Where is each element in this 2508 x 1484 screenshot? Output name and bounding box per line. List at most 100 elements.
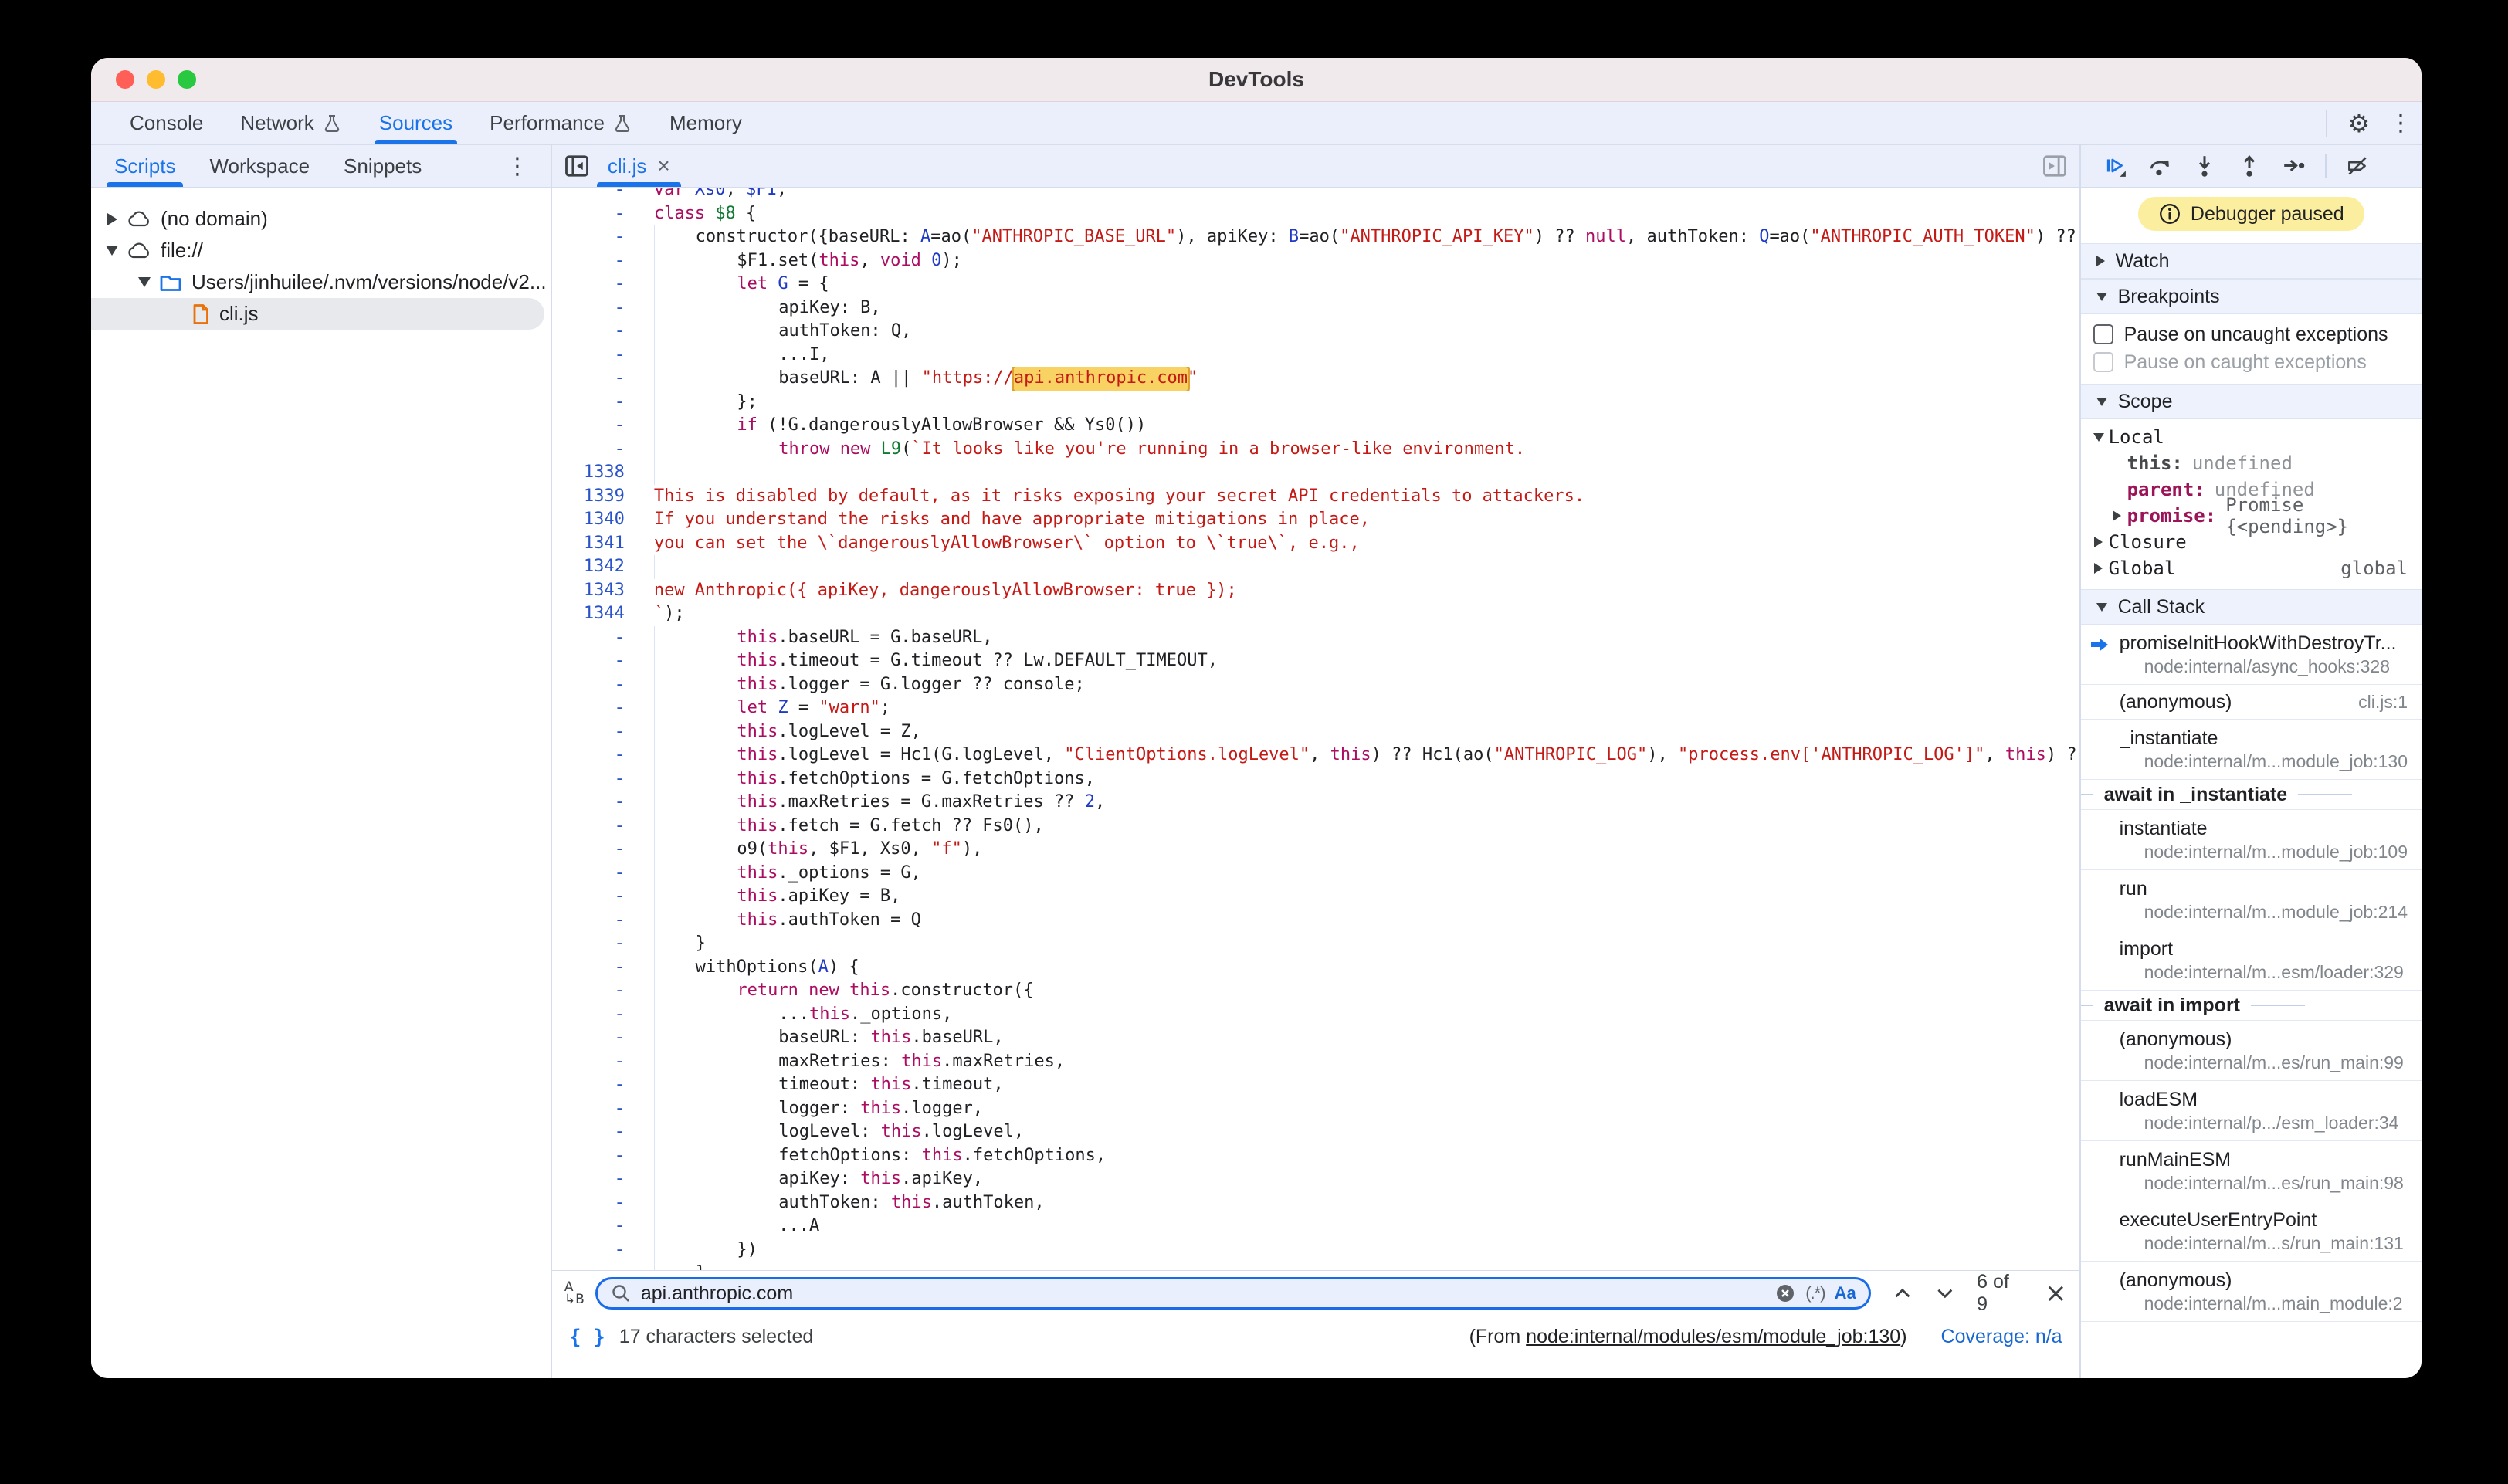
chevron-right-icon[interactable]: [103, 213, 120, 225]
line-gutter[interactable]: -: [552, 202, 645, 226]
line-gutter[interactable]: -: [552, 649, 645, 673]
line-gutter[interactable]: -: [552, 1262, 645, 1270]
regex-toggle-icon[interactable]: (.*): [1805, 1283, 1825, 1303]
step-out-icon[interactable]: [2229, 148, 2269, 184]
line-gutter[interactable]: -: [552, 367, 645, 391]
line-gutter[interactable]: -: [552, 932, 645, 956]
code-editor[interactable]: -var Xs0, $F1;-class $8 {-constructor({b…: [552, 188, 2079, 1270]
line-gutter[interactable]: -: [552, 1144, 645, 1168]
close-search-icon[interactable]: ×: [2045, 1280, 2067, 1306]
line-gutter[interactable]: -: [552, 438, 645, 462]
call-stack-frame[interactable]: runnode:internal/m...module_job:214: [2081, 870, 2422, 930]
tree-item-users-jinhuilee-nvm-versions-node-v2-[interactable]: Users/jinhuilee/.nvm/versions/node/v2...: [91, 266, 551, 298]
line-gutter[interactable]: -: [552, 1097, 645, 1121]
expand-sidebar-icon[interactable]: [2041, 152, 2069, 180]
line-gutter[interactable]: -: [552, 626, 645, 650]
line-gutter[interactable]: -: [552, 344, 645, 368]
call-stack-frame[interactable]: runMainESMnode:internal/m...es/run_main:…: [2081, 1141, 2422, 1201]
tab-cli-js[interactable]: cli.js ×: [591, 145, 687, 187]
call-stack-frame[interactable]: promiseInitHookWithDestroyTr...node:inte…: [2081, 625, 2422, 685]
navigator-tab-workspace[interactable]: Workspace: [192, 145, 327, 187]
close-window-button[interactable]: [116, 70, 134, 89]
clear-search-icon[interactable]: [1774, 1282, 1796, 1304]
line-gutter[interactable]: -: [552, 320, 645, 344]
zoom-window-button[interactable]: [178, 70, 196, 89]
call-stack-frame[interactable]: instantiatenode:internal/m...module_job:…: [2081, 810, 2422, 870]
line-gutter[interactable]: -: [552, 696, 645, 720]
section-breakpoints[interactable]: Breakpoints: [2081, 279, 2422, 314]
scope-property-this[interactable]: this:undefined: [2081, 450, 2422, 476]
main-tab-memory[interactable]: Memory: [651, 102, 761, 144]
call-stack-frame[interactable]: loadESMnode:internal/p.../esm_loader:34: [2081, 1081, 2422, 1141]
chevron-right-icon[interactable]: [2107, 510, 2127, 521]
main-tab-console[interactable]: Console: [111, 102, 222, 144]
resume-icon[interactable]: [2095, 148, 2135, 184]
line-gutter[interactable]: -: [552, 838, 645, 862]
line-gutter[interactable]: 1338: [552, 461, 645, 485]
search-input[interactable]: api.anthropic.com (.*) Aa: [595, 1277, 1871, 1310]
settings-gear-icon[interactable]: ⚙: [2338, 106, 2380, 141]
coverage-link[interactable]: Coverage: n/a: [1941, 1326, 2062, 1348]
step-over-icon[interactable]: [2140, 148, 2180, 184]
line-gutter[interactable]: -: [552, 1003, 645, 1027]
line-gutter[interactable]: 1339: [552, 485, 645, 509]
call-stack-frame[interactable]: (anonymous)node:internal/m...es/run_main…: [2081, 1021, 2422, 1081]
line-gutter[interactable]: -: [552, 188, 645, 202]
line-gutter[interactable]: -: [552, 885, 645, 909]
line-gutter[interactable]: -: [552, 1238, 645, 1262]
collapse-navigator-icon[interactable]: [563, 152, 591, 180]
navigator-tab-scripts[interactable]: Scripts: [97, 145, 192, 187]
call-stack-frame[interactable]: importnode:internal/m...esm/loader:329: [2081, 930, 2422, 991]
line-gutter[interactable]: -: [552, 1050, 645, 1074]
line-gutter[interactable]: -: [552, 249, 645, 273]
call-stack-frame[interactable]: (anonymous)cli.js:1: [2081, 685, 2422, 720]
call-stack-frame[interactable]: (anonymous)node:internal/m...main_module…: [2081, 1262, 2422, 1322]
navigator-more-icon[interactable]: ⋮: [497, 148, 538, 184]
scope-group-global[interactable]: Globalglobal: [2081, 555, 2422, 581]
minimize-window-button[interactable]: [147, 70, 165, 89]
scope-group-local[interactable]: Local: [2081, 424, 2422, 450]
step-into-icon[interactable]: [2184, 148, 2225, 184]
line-gutter[interactable]: -: [552, 815, 645, 839]
line-gutter[interactable]: 1344: [552, 602, 645, 626]
main-tab-sources[interactable]: Sources: [361, 102, 471, 144]
call-stack-frame[interactable]: executeUserEntryPointnode:internal/m...s…: [2081, 1201, 2422, 1262]
scope-property-promise[interactable]: promise:Promise {<pending>}: [2081, 503, 2422, 529]
tab-close-icon[interactable]: ×: [657, 154, 669, 178]
line-gutter[interactable]: -: [552, 225, 645, 249]
match-case-toggle-icon[interactable]: Aa: [1835, 1283, 1856, 1303]
line-gutter[interactable]: -: [552, 1120, 645, 1144]
section-scope[interactable]: Scope: [2081, 384, 2422, 419]
tree-item-file-[interactable]: file://: [91, 235, 551, 266]
source-origin-link[interactable]: node:internal/modules/esm/module_job:130: [1526, 1326, 1900, 1347]
line-gutter[interactable]: -: [552, 414, 645, 438]
line-gutter[interactable]: -: [552, 720, 645, 744]
line-gutter[interactable]: -: [552, 673, 645, 697]
tree-item-cli-js[interactable]: cli.js: [91, 298, 544, 330]
line-gutter[interactable]: -: [552, 979, 645, 1003]
line-gutter[interactable]: -: [552, 1026, 645, 1050]
chevron-right-icon[interactable]: [2089, 563, 2109, 574]
line-gutter[interactable]: 1343: [552, 579, 645, 603]
line-gutter[interactable]: 1342: [552, 555, 645, 579]
line-gutter[interactable]: -: [552, 391, 645, 415]
checkbox[interactable]: [2093, 324, 2113, 344]
chevron-down-icon[interactable]: [103, 246, 120, 256]
chevron-down-icon[interactable]: [136, 277, 153, 287]
line-gutter[interactable]: -: [552, 1191, 645, 1215]
line-gutter[interactable]: -: [552, 1167, 645, 1191]
chevron-down-icon[interactable]: [2089, 433, 2109, 442]
line-gutter[interactable]: -: [552, 862, 645, 886]
call-stack-frame[interactable]: _instantiatenode:internal/m...module_job…: [2081, 720, 2422, 780]
step-icon[interactable]: [2274, 148, 2314, 184]
section-watch[interactable]: Watch: [2081, 243, 2422, 279]
line-gutter[interactable]: -: [552, 273, 645, 296]
more-options-icon[interactable]: ⋮: [2380, 106, 2422, 141]
next-match-icon[interactable]: [1934, 1282, 1957, 1305]
line-gutter[interactable]: -: [552, 767, 645, 791]
line-gutter[interactable]: -: [552, 956, 645, 980]
tree-item--no-domain-[interactable]: (no domain): [91, 203, 551, 235]
line-gutter[interactable]: -: [552, 1215, 645, 1238]
replace-toggle-icon[interactable]: A↳B: [564, 1281, 595, 1306]
previous-match-icon[interactable]: [1891, 1282, 1914, 1305]
